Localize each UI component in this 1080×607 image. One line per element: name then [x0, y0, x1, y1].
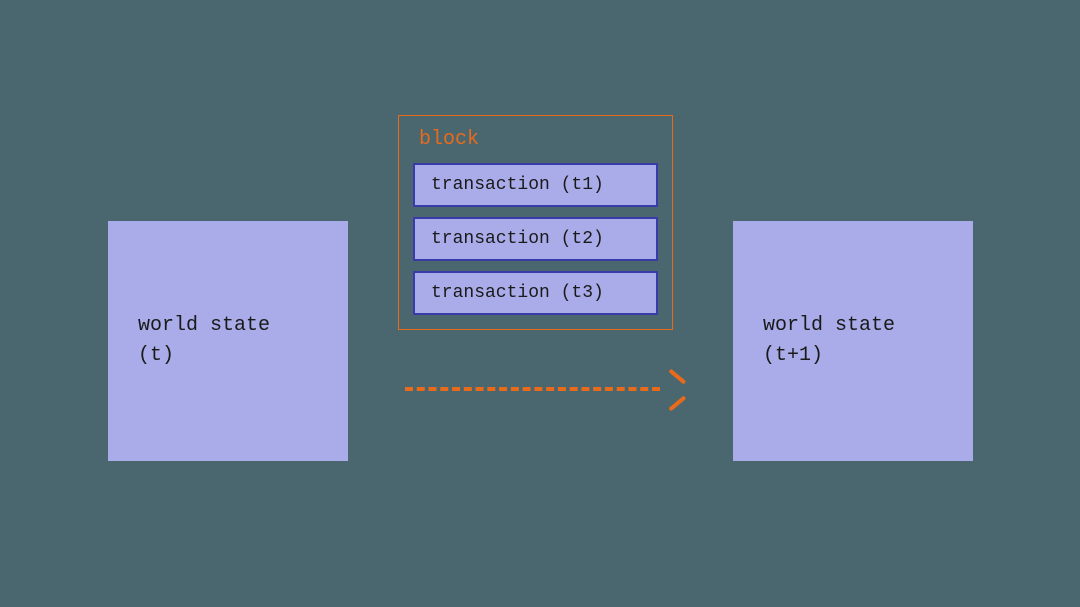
transaction-row: transaction (t1)	[413, 163, 658, 207]
world-state-after-label: world state (t+1)	[763, 311, 895, 371]
state-after-line1: world state	[763, 314, 895, 337]
state-before-line1: world state	[138, 314, 270, 337]
transition-arrow	[405, 375, 685, 405]
state-before-line2: (t)	[138, 344, 174, 367]
block-container: block transaction (t1) transaction (t2) …	[398, 115, 673, 330]
state-after-line2: (t+1)	[763, 344, 823, 367]
arrow-line	[405, 387, 660, 391]
world-state-before: world state (t)	[108, 221, 348, 461]
transaction-row: transaction (t2)	[413, 217, 658, 261]
world-state-before-label: world state (t)	[138, 311, 270, 371]
block-title: block	[419, 128, 658, 151]
transaction-row: transaction (t3)	[413, 271, 658, 315]
world-state-after: world state (t+1)	[733, 221, 973, 461]
